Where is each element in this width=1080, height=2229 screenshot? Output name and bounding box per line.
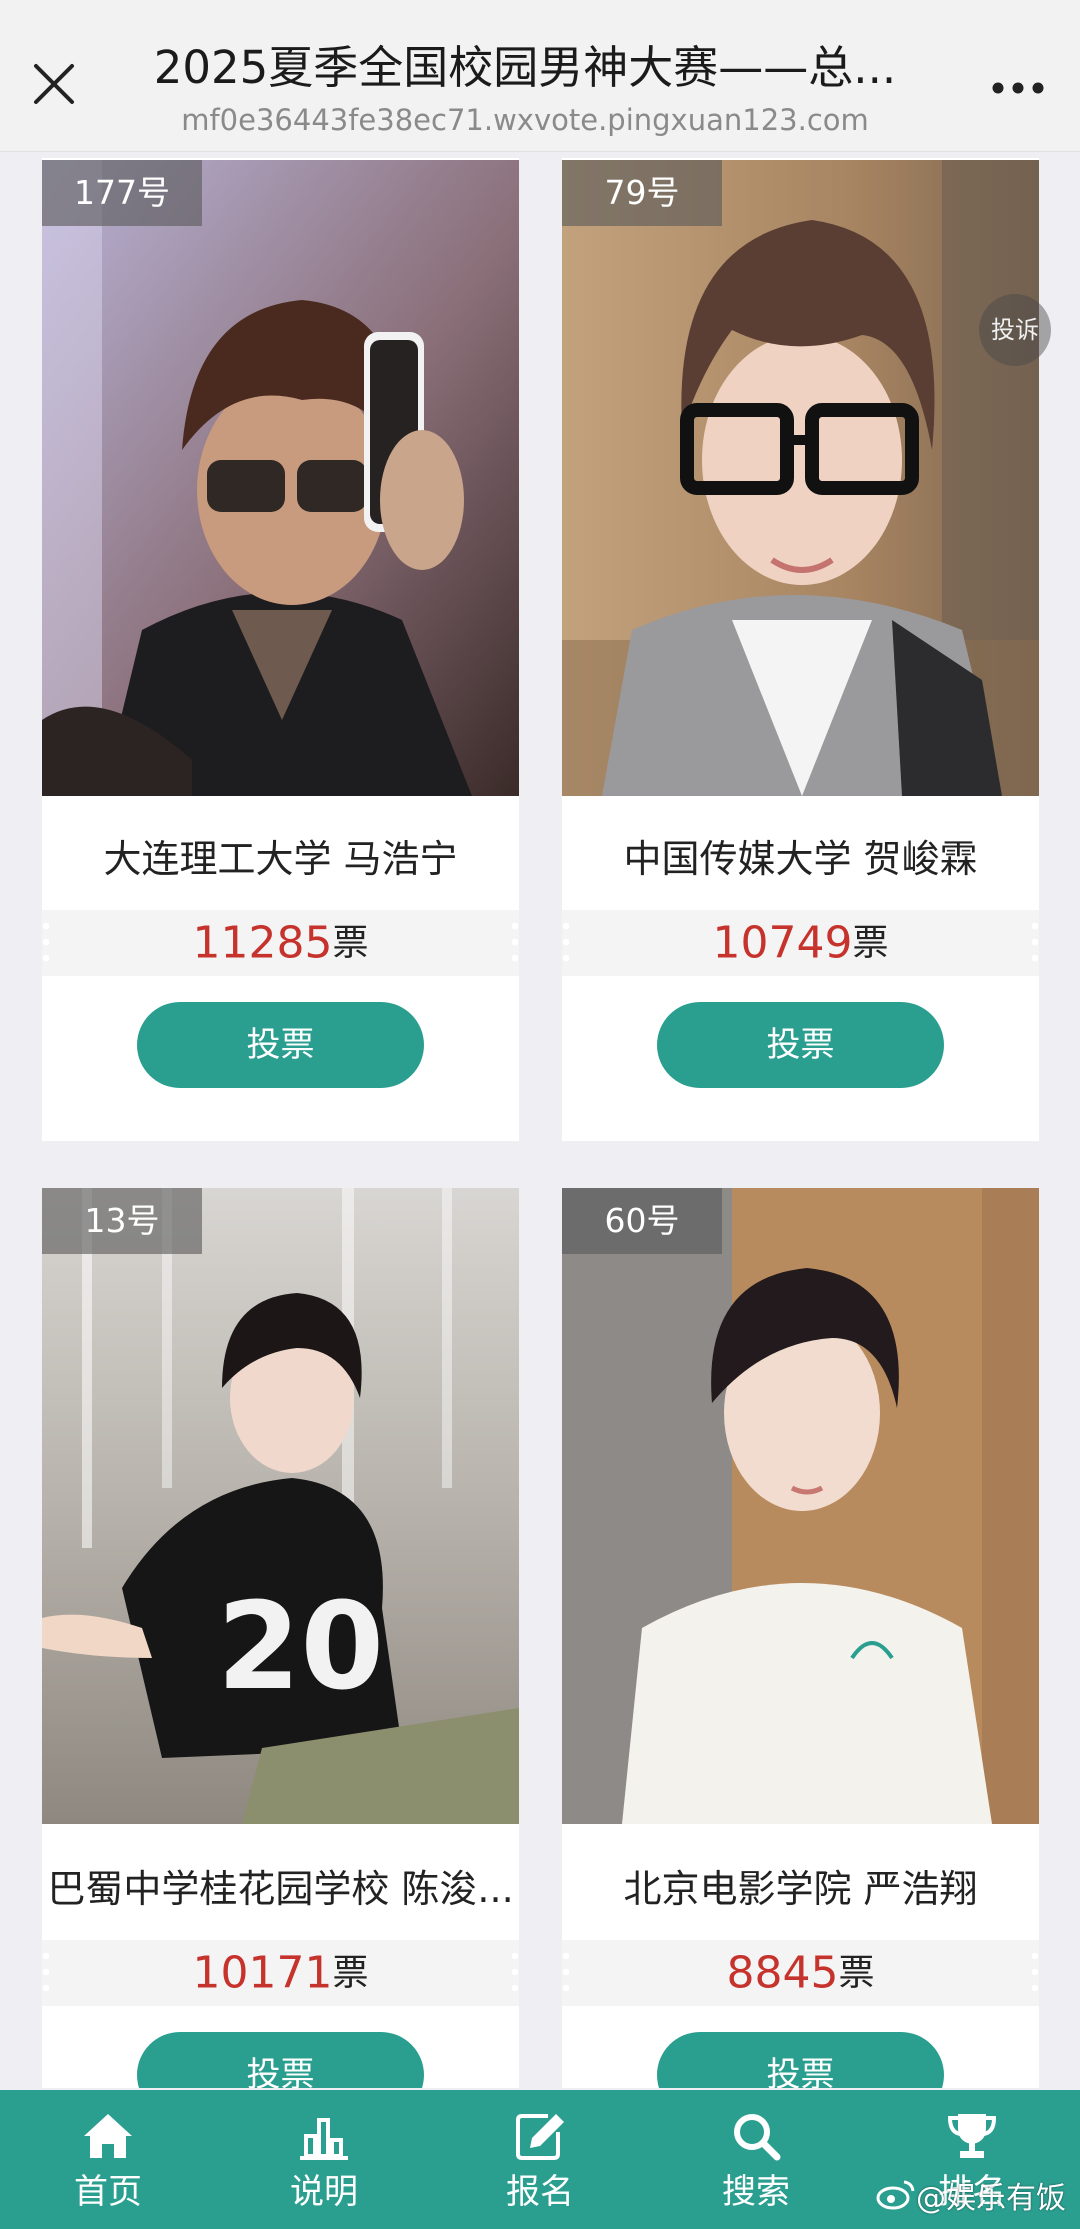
candidate-name: 巴蜀中学桂花园学校 陈浚... (47, 1867, 514, 1911)
candidate-photo[interactable]: 20 (42, 1188, 519, 1824)
vote-button[interactable]: 投票 (657, 1002, 944, 1088)
nav-label: 报名 (506, 2172, 574, 2212)
nav-label: 说明 (290, 2172, 358, 2212)
vote-unit: 票 (852, 922, 889, 964)
watermark-text: @娱乐有饭 (916, 2181, 1066, 2216)
bar-chart-icon (296, 2110, 352, 2162)
more-dots-icon[interactable] (984, 62, 1052, 108)
candidate-name: 大连理工大学 马浩宁 (103, 837, 458, 881)
close-icon[interactable] (28, 58, 80, 110)
vote-count: 10171 (192, 1947, 333, 1999)
candidate-photo[interactable] (42, 160, 519, 796)
home-icon (80, 2110, 136, 2162)
candidate-number: 79号 (562, 160, 722, 226)
search-icon (728, 2110, 784, 2162)
vote-count-band: 11285票 (42, 910, 519, 976)
nav-label: 搜索 (722, 2172, 790, 2212)
weibo-logo-icon (876, 2178, 916, 2221)
vote-count: 8845 (726, 1947, 839, 1999)
page-title: 2025夏季全国校园男神大赛——总... (153, 41, 897, 94)
candidate-card[interactable]: 79号 中国传媒大学 贺峻霖 10749票 投票 (562, 158, 1039, 1141)
candidate-number: 60号 (562, 1188, 722, 1254)
candidate-card[interactable]: 177号 大连理工大学 马浩宁 11285票 投票 (42, 158, 519, 1141)
complain-button[interactable]: 投诉 (979, 294, 1051, 366)
nav-item-home[interactable]: 首页 (0, 2090, 216, 2229)
candidate-card[interactable]: 60号 北京电影学院 严浩翔 8845票 投票 (562, 1188, 1039, 2088)
vote-button[interactable]: 投票 (657, 2032, 944, 2088)
vote-button[interactable]: 投票 (137, 2032, 424, 2088)
candidate-name: 北京电影学院 严浩翔 (623, 1867, 978, 1911)
watermark: @娱乐有饭 (876, 2178, 1066, 2221)
vote-unit: 票 (332, 922, 369, 964)
top-bar: 2025夏季全国校园男神大赛——总... mf0e36443fe38ec71.w… (0, 0, 1080, 152)
vote-count-band: 10171票 (42, 1940, 519, 2006)
svg-text:20: 20 (217, 1578, 384, 1717)
candidate-number: 177号 (42, 160, 202, 226)
candidate-number: 13号 (42, 1188, 202, 1254)
page-url: mf0e36443fe38ec71.wxvote.pingxuan123.com (181, 103, 869, 137)
candidate-photo[interactable] (562, 1188, 1039, 1824)
candidate-name: 中国传媒大学 贺峻霖 (623, 837, 978, 881)
nav-item-search[interactable]: 搜索 (648, 2090, 864, 2229)
vote-button[interactable]: 投票 (137, 1002, 424, 1088)
nav-label: 首页 (74, 2172, 142, 2212)
candidate-card[interactable]: 20 13号 巴蜀中学桂花园学校 陈浚... 10171票 投票 (42, 1188, 519, 2088)
candidate-photo[interactable] (562, 160, 1039, 796)
vote-unit: 票 (332, 1952, 369, 1994)
vote-count: 10749 (712, 917, 853, 969)
vote-unit: 票 (838, 1952, 875, 1994)
nav-item-signup[interactable]: 报名 (432, 2090, 648, 2229)
vote-count: 11285 (192, 917, 333, 969)
nav-item-info[interactable]: 说明 (216, 2090, 432, 2229)
edit-icon (512, 2110, 568, 2162)
vote-count-band: 10749票 (562, 910, 1039, 976)
vote-count-band: 8845票 (562, 1940, 1039, 2006)
trophy-icon (944, 2110, 1000, 2162)
